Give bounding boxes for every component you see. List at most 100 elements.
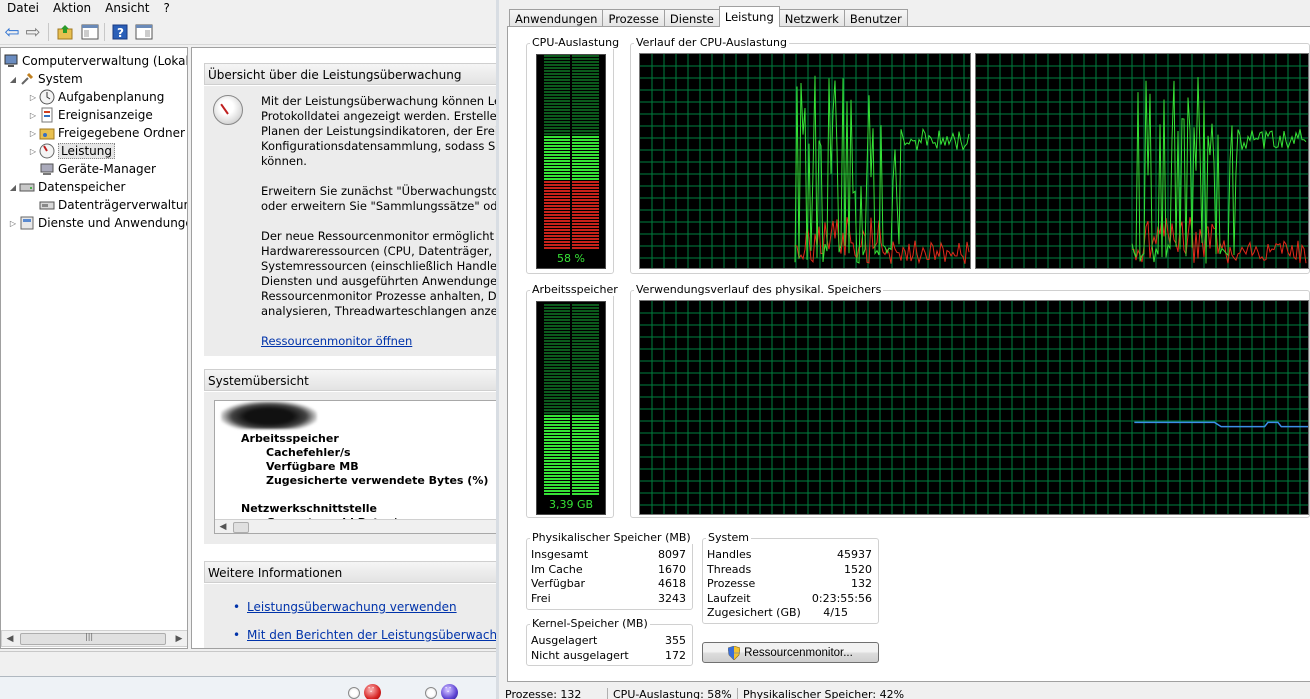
meter-segment xyxy=(572,133,599,135)
meter-segment xyxy=(544,379,570,381)
menu-file[interactable]: Datei xyxy=(0,0,46,17)
tab-services[interactable]: Dienste xyxy=(663,9,720,27)
meter-segment xyxy=(572,55,599,57)
meter-segment xyxy=(572,379,599,381)
more-info-link[interactable]: Mit den Berichten der Leistungsüberwachu… xyxy=(233,628,499,642)
collapse-icon[interactable]: ◢ xyxy=(7,75,19,84)
svg-text:?: ? xyxy=(117,26,124,40)
meter-segment xyxy=(544,88,570,90)
tree-item-event-viewer[interactable]: ▷ Ereignisanzeige xyxy=(27,106,153,124)
status-cpu: CPU-Auslastung: 58% xyxy=(613,688,732,699)
meter-segment xyxy=(544,133,570,135)
tab-performance[interactable]: Leistung xyxy=(718,6,780,27)
memory-label: Arbeitsspeicher xyxy=(530,283,620,296)
meter-segment xyxy=(544,358,570,360)
sad-face-icon xyxy=(364,684,381,699)
meter-segment xyxy=(572,70,599,72)
meter-segment-lit xyxy=(544,142,570,144)
meter-segment xyxy=(544,73,570,75)
meter-segment-lit xyxy=(544,430,570,432)
tree-item-disk-management[interactable]: Datenträgerverwaltung xyxy=(39,196,187,214)
kernel-time-line xyxy=(794,217,970,265)
meter-segment xyxy=(572,94,599,96)
meter-segment xyxy=(544,370,570,372)
taskbar-fragment xyxy=(0,676,500,699)
more-info-link[interactable]: Leistungsüberwachung verwenden xyxy=(233,600,457,614)
tree-item-system[interactable]: ◢ System xyxy=(7,70,83,88)
meter-segment-lit xyxy=(572,478,599,480)
menu-help[interactable]: ? xyxy=(156,0,176,17)
tab-users[interactable]: Benutzer xyxy=(843,9,908,27)
meter-segment xyxy=(544,346,570,348)
tree-item-computer-management[interactable]: Computerverwaltung (Lokal) xyxy=(3,52,187,70)
meter-segment-lit xyxy=(572,205,599,207)
system-stats-title: System xyxy=(706,531,752,544)
tab-networking[interactable]: Netzwerk xyxy=(778,9,845,27)
tree-item-services-and-applications[interactable]: ▷ Dienste und Anwendungen xyxy=(7,214,187,232)
meter-segment xyxy=(544,130,570,132)
tree-item-performance[interactable]: ▷ Leistung xyxy=(27,142,115,160)
shared-folder-icon xyxy=(39,125,55,141)
meter-segment xyxy=(572,130,599,132)
stat-label: Threads xyxy=(707,563,752,576)
scrollbar-thumb[interactable] xyxy=(20,632,166,645)
expand-icon[interactable]: ▷ xyxy=(27,147,39,156)
console-tree[interactable]: Computerverwaltung (Lokal) ◢ System ▷ Au… xyxy=(0,47,188,649)
tree-horizontal-scrollbar[interactable]: ◀ ▶ xyxy=(1,630,187,647)
meter-segment xyxy=(572,112,599,114)
meter-segment-lit xyxy=(544,187,570,189)
tree-item-storage[interactable]: ◢ Datenspeicher xyxy=(7,178,125,196)
clock-icon xyxy=(39,89,55,105)
tree-item-task-scheduler[interactable]: ▷ Aufgabenplanung xyxy=(27,88,164,106)
system-overview-scrollbar[interactable]: ◀ xyxy=(215,519,499,533)
meter-segment xyxy=(544,352,570,354)
resource-monitor-button[interactable]: Ressourcenmonitor... xyxy=(702,642,879,663)
expand-icon[interactable]: ▷ xyxy=(27,111,39,120)
forward-arrow-icon[interactable]: ⇨ xyxy=(23,22,43,43)
expand-icon[interactable]: ▷ xyxy=(27,93,39,102)
meter-segment xyxy=(544,79,570,81)
meter-segment-lit xyxy=(544,154,570,156)
meter-segment-lit xyxy=(572,211,599,213)
meter-segment xyxy=(544,373,570,375)
menu-view[interactable]: Ansicht xyxy=(98,0,156,17)
radio-button[interactable] xyxy=(425,687,437,699)
tab-applications[interactable]: Anwendungen xyxy=(509,9,604,27)
meter-segment xyxy=(544,406,570,408)
meter-segment-lit xyxy=(544,193,570,195)
show-hide-tree-icon[interactable] xyxy=(80,22,100,42)
open-resource-monitor-link[interactable]: Ressourcenmonitor öffnen xyxy=(261,334,412,348)
system-overview-list[interactable]: Arbeitsspeicher Cachefehler/s Verfügbare… xyxy=(214,400,499,534)
meter-segment-lit xyxy=(572,472,599,474)
tree-item-device-manager[interactable]: Geräte-Manager xyxy=(39,160,156,178)
help-icon[interactable]: ? xyxy=(110,22,130,42)
meter-segment xyxy=(544,127,570,129)
meter-segment xyxy=(544,70,570,72)
meter-segment xyxy=(544,118,570,120)
kernel-memory-title: Kernel-Speicher (MB) xyxy=(530,617,650,630)
meter-segment xyxy=(572,409,599,411)
meter-segment xyxy=(572,118,599,120)
folder-up-icon[interactable] xyxy=(55,22,75,42)
tree-item-shared-folders[interactable]: ▷ Freigegebene Ordner xyxy=(27,124,185,142)
meter-segment xyxy=(572,373,599,375)
scrollbar-thumb[interactable] xyxy=(233,522,249,533)
tab-processes[interactable]: Prozesse xyxy=(602,9,665,27)
radio-button[interactable] xyxy=(348,687,360,699)
menu-action[interactable]: Aktion xyxy=(46,0,98,17)
scroll-right-icon[interactable]: ▶ xyxy=(172,632,186,646)
collapse-icon[interactable]: ◢ xyxy=(7,183,19,192)
back-arrow-icon[interactable]: ⇦ xyxy=(2,22,22,43)
scroll-left-icon[interactable]: ◀ xyxy=(3,632,17,646)
meter-segment-lit xyxy=(572,196,599,198)
meter-segment xyxy=(544,364,570,366)
meter-segment xyxy=(544,397,570,399)
scroll-left-icon[interactable]: ◀ xyxy=(216,520,230,533)
expand-icon[interactable]: ▷ xyxy=(27,129,39,138)
show-hide-action-pane-icon[interactable] xyxy=(134,22,154,42)
performance-tab-page: CPU-Auslastung 58 % Verlauf der CPU-Ausl… xyxy=(507,26,1310,682)
memory-group: Arbeitsspeicher 3,39 GB xyxy=(526,283,620,518)
stat-value: 45937 xyxy=(837,548,872,561)
expand-icon[interactable]: ▷ xyxy=(7,219,19,228)
stat-value: 0:23:55:56 xyxy=(811,592,872,605)
